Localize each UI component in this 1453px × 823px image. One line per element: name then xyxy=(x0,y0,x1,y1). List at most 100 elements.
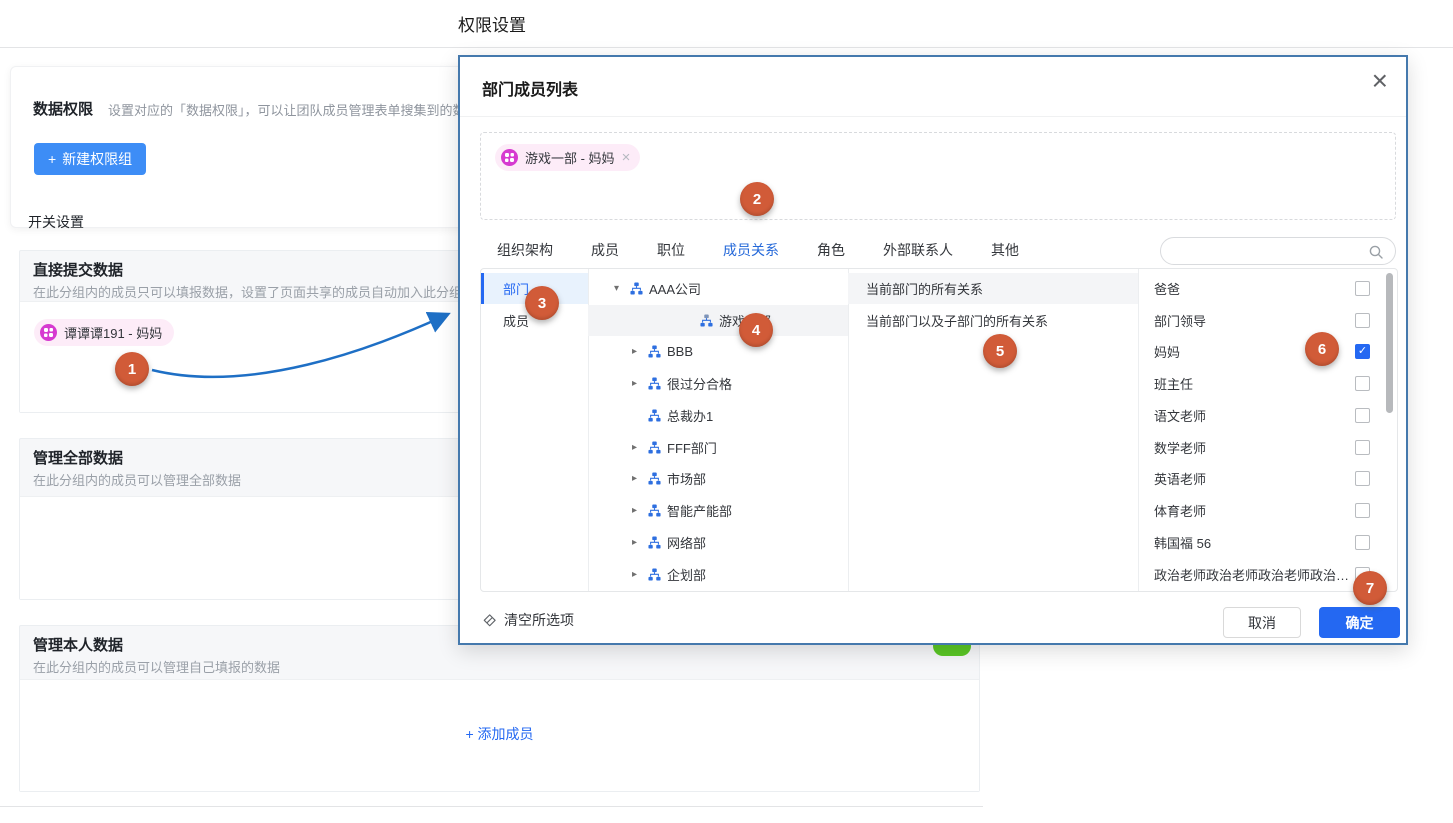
checkbox[interactable] xyxy=(1355,281,1370,296)
checklist-row[interactable]: 数学老师 xyxy=(1138,432,1398,463)
checklist-label: 政治老师政治老师政治老师政治老... xyxy=(1154,565,1355,584)
annotation-badge-7: 7 xyxy=(1353,571,1387,605)
tree-node-label: BBB xyxy=(667,344,693,359)
tree-node-label: 市场部 xyxy=(667,469,706,488)
top-divider xyxy=(0,47,1453,48)
tree-row[interactable]: ▸ 智能产能部 xyxy=(588,495,848,526)
checkbox[interactable] xyxy=(1355,313,1370,328)
tree-node-label: 总裁办1 xyxy=(667,406,713,425)
manage-own-subtitle: 在此分组内的成员可以管理自己填报的数据 xyxy=(33,657,280,676)
tab-external-contacts[interactable]: 外部联系人 xyxy=(883,240,953,269)
checklist-row[interactable]: 英语老师 xyxy=(1138,463,1398,494)
manage-own-title: 管理本人数据 xyxy=(33,634,123,655)
annotation-badge-4: 4 xyxy=(739,313,773,347)
annotation-badge-5: 5 xyxy=(983,334,1017,368)
direct-submit-subtitle: 在此分组内的成员只可以填报数据，设置了页面共享的成员自动加入此分组 xyxy=(33,282,462,301)
department-icon xyxy=(648,441,661,454)
department-icon xyxy=(648,472,661,485)
member-relation-icon xyxy=(501,149,518,166)
tab-members[interactable]: 成员 xyxy=(591,240,619,269)
caret-down-icon[interactable]: ▾ xyxy=(614,283,630,294)
member-relation-icon xyxy=(40,324,57,341)
selected-tag-label: 游戏一部 - 妈妈 xyxy=(525,148,615,167)
close-icon[interactable]: × xyxy=(1372,67,1388,95)
department-member-dialog: 部门成员列表 × 游戏一部 - 妈妈 × 组织架构 成员 职位 成员关系 角色 … xyxy=(458,55,1408,645)
data-permission-subtitle: 设置对应的「数据权限」，可以让团队成员管理表单搜集到的数据 xyxy=(108,100,479,119)
checkbox[interactable] xyxy=(1355,535,1370,550)
switch-settings-heading: 开关设置 xyxy=(28,212,84,232)
checkbox[interactable] xyxy=(1355,440,1370,455)
tree-row[interactable]: ▸ 市场部 xyxy=(588,463,848,494)
checklist-row[interactable]: 韩国福 56 xyxy=(1138,527,1398,558)
checklist-row[interactable]: 班主任 xyxy=(1138,368,1398,399)
checkbox[interactable] xyxy=(1355,471,1370,486)
department-icon xyxy=(648,377,661,390)
confirm-button[interactable]: 确定 xyxy=(1319,607,1400,638)
checklist-row[interactable]: 部门领导 xyxy=(1138,305,1398,336)
checkbox[interactable] xyxy=(1355,376,1370,391)
caret-right-icon[interactable]: ▸ xyxy=(632,505,648,516)
checklist-row[interactable]: 语文老师 xyxy=(1138,400,1398,431)
relation-scope-label: 当前部门以及子部门的所有关系 xyxy=(866,311,1048,330)
direct-submit-title: 直接提交数据 xyxy=(33,259,123,280)
search-input[interactable] xyxy=(1160,237,1396,265)
member-tag[interactable]: 谭谭谭191 - 妈妈 xyxy=(34,319,174,346)
checklist-label: 英语老师 xyxy=(1154,469,1355,488)
relation-scope-current-and-sub[interactable]: 当前部门以及子部门的所有关系 xyxy=(848,305,1138,336)
scrollbar[interactable] xyxy=(1386,273,1393,413)
tab-other[interactable]: 其他 xyxy=(991,240,1019,269)
page-title: 权限设置 xyxy=(458,11,526,36)
checklist-label: 语文老师 xyxy=(1154,406,1355,425)
tree-node-label: AAA公司 xyxy=(649,279,701,298)
tree-node-label: 企划部 xyxy=(667,565,706,584)
tree-row[interactable]: ▸ 网络部 xyxy=(588,527,848,558)
add-member-label: 添加成员 xyxy=(478,726,534,742)
clear-selection-label: 清空所选项 xyxy=(504,610,574,630)
tree-row[interactable]: ▾ AAA公司 xyxy=(588,273,848,304)
checkbox-checked[interactable]: ✓ xyxy=(1355,344,1370,359)
add-member-button[interactable]: + 添加成员 xyxy=(20,724,979,744)
checklist-row[interactable]: 爸爸 xyxy=(1138,273,1398,304)
checklist-row[interactable]: 体育老师 xyxy=(1138,495,1398,526)
annotation-badge-1: 1 xyxy=(115,352,149,386)
selected-tag[interactable]: 游戏一部 - 妈妈 × xyxy=(495,144,640,171)
tab-roles[interactable]: 角色 xyxy=(817,240,845,269)
tree-row[interactable]: ▸ BBB xyxy=(588,336,848,367)
caret-right-icon[interactable]: ▸ xyxy=(632,378,648,389)
checklist-label: 数学老师 xyxy=(1154,438,1355,457)
plus-icon: + xyxy=(48,151,56,167)
caret-right-icon[interactable]: ▸ xyxy=(632,346,648,357)
plus-icon: + xyxy=(465,726,473,742)
checkbox[interactable] xyxy=(1355,503,1370,518)
nav-item-label: 成员 xyxy=(503,311,529,330)
checklist-row[interactable]: 妈妈✓ xyxy=(1138,336,1398,367)
annotation-badge-3: 3 xyxy=(525,286,559,320)
clear-selection-button[interactable]: 清空所选项 xyxy=(482,610,574,630)
cancel-button[interactable]: 取消 xyxy=(1223,607,1301,638)
dialog-tabs: 组织架构 成员 职位 成员关系 角色 外部联系人 其他 xyxy=(497,240,1019,269)
tab-member-relations[interactable]: 成员关系 xyxy=(723,240,779,269)
tree-row[interactable]: ▸ 企划部 xyxy=(588,559,848,590)
caret-right-icon[interactable]: ▸ xyxy=(632,473,648,484)
tree-row[interactable]: ▸ FFF部门 xyxy=(588,432,848,463)
tree-row[interactable]: 总裁办1 xyxy=(588,400,848,431)
tree-row[interactable]: ▸ 很过分合格 xyxy=(588,368,848,399)
dialog-header-divider xyxy=(460,116,1406,117)
caret-right-icon[interactable]: ▸ xyxy=(632,569,648,580)
picker-panel: 部门 成员 ▾ AAA公司 游戏一部 ▸ BBB xyxy=(480,268,1398,592)
caret-right-icon[interactable]: ▸ xyxy=(632,442,648,453)
tag-remove-icon[interactable]: × xyxy=(622,150,631,165)
tree-row-selected[interactable]: 游戏一部 xyxy=(588,305,848,336)
dialog-title: 部门成员列表 xyxy=(482,76,578,100)
caret-right-icon[interactable]: ▸ xyxy=(632,537,648,548)
annotation-badge-2: 2 xyxy=(740,182,774,216)
tab-org-structure[interactable]: 组织架构 xyxy=(497,240,553,269)
checkbox[interactable] xyxy=(1355,408,1370,423)
manage-all-subtitle: 在此分组内的成员可以管理全部数据 xyxy=(33,470,241,489)
department-tree: ▾ AAA公司 游戏一部 ▸ BBB ▸ 很过分合格 xyxy=(588,269,848,591)
selected-items-area[interactable]: 游戏一部 - 妈妈 × xyxy=(480,132,1396,220)
new-permission-group-button[interactable]: + 新建权限组 xyxy=(34,143,146,175)
relation-scope-current[interactable]: 当前部门的所有关系 xyxy=(848,273,1138,304)
department-icon xyxy=(700,314,713,327)
tab-positions[interactable]: 职位 xyxy=(657,240,685,269)
